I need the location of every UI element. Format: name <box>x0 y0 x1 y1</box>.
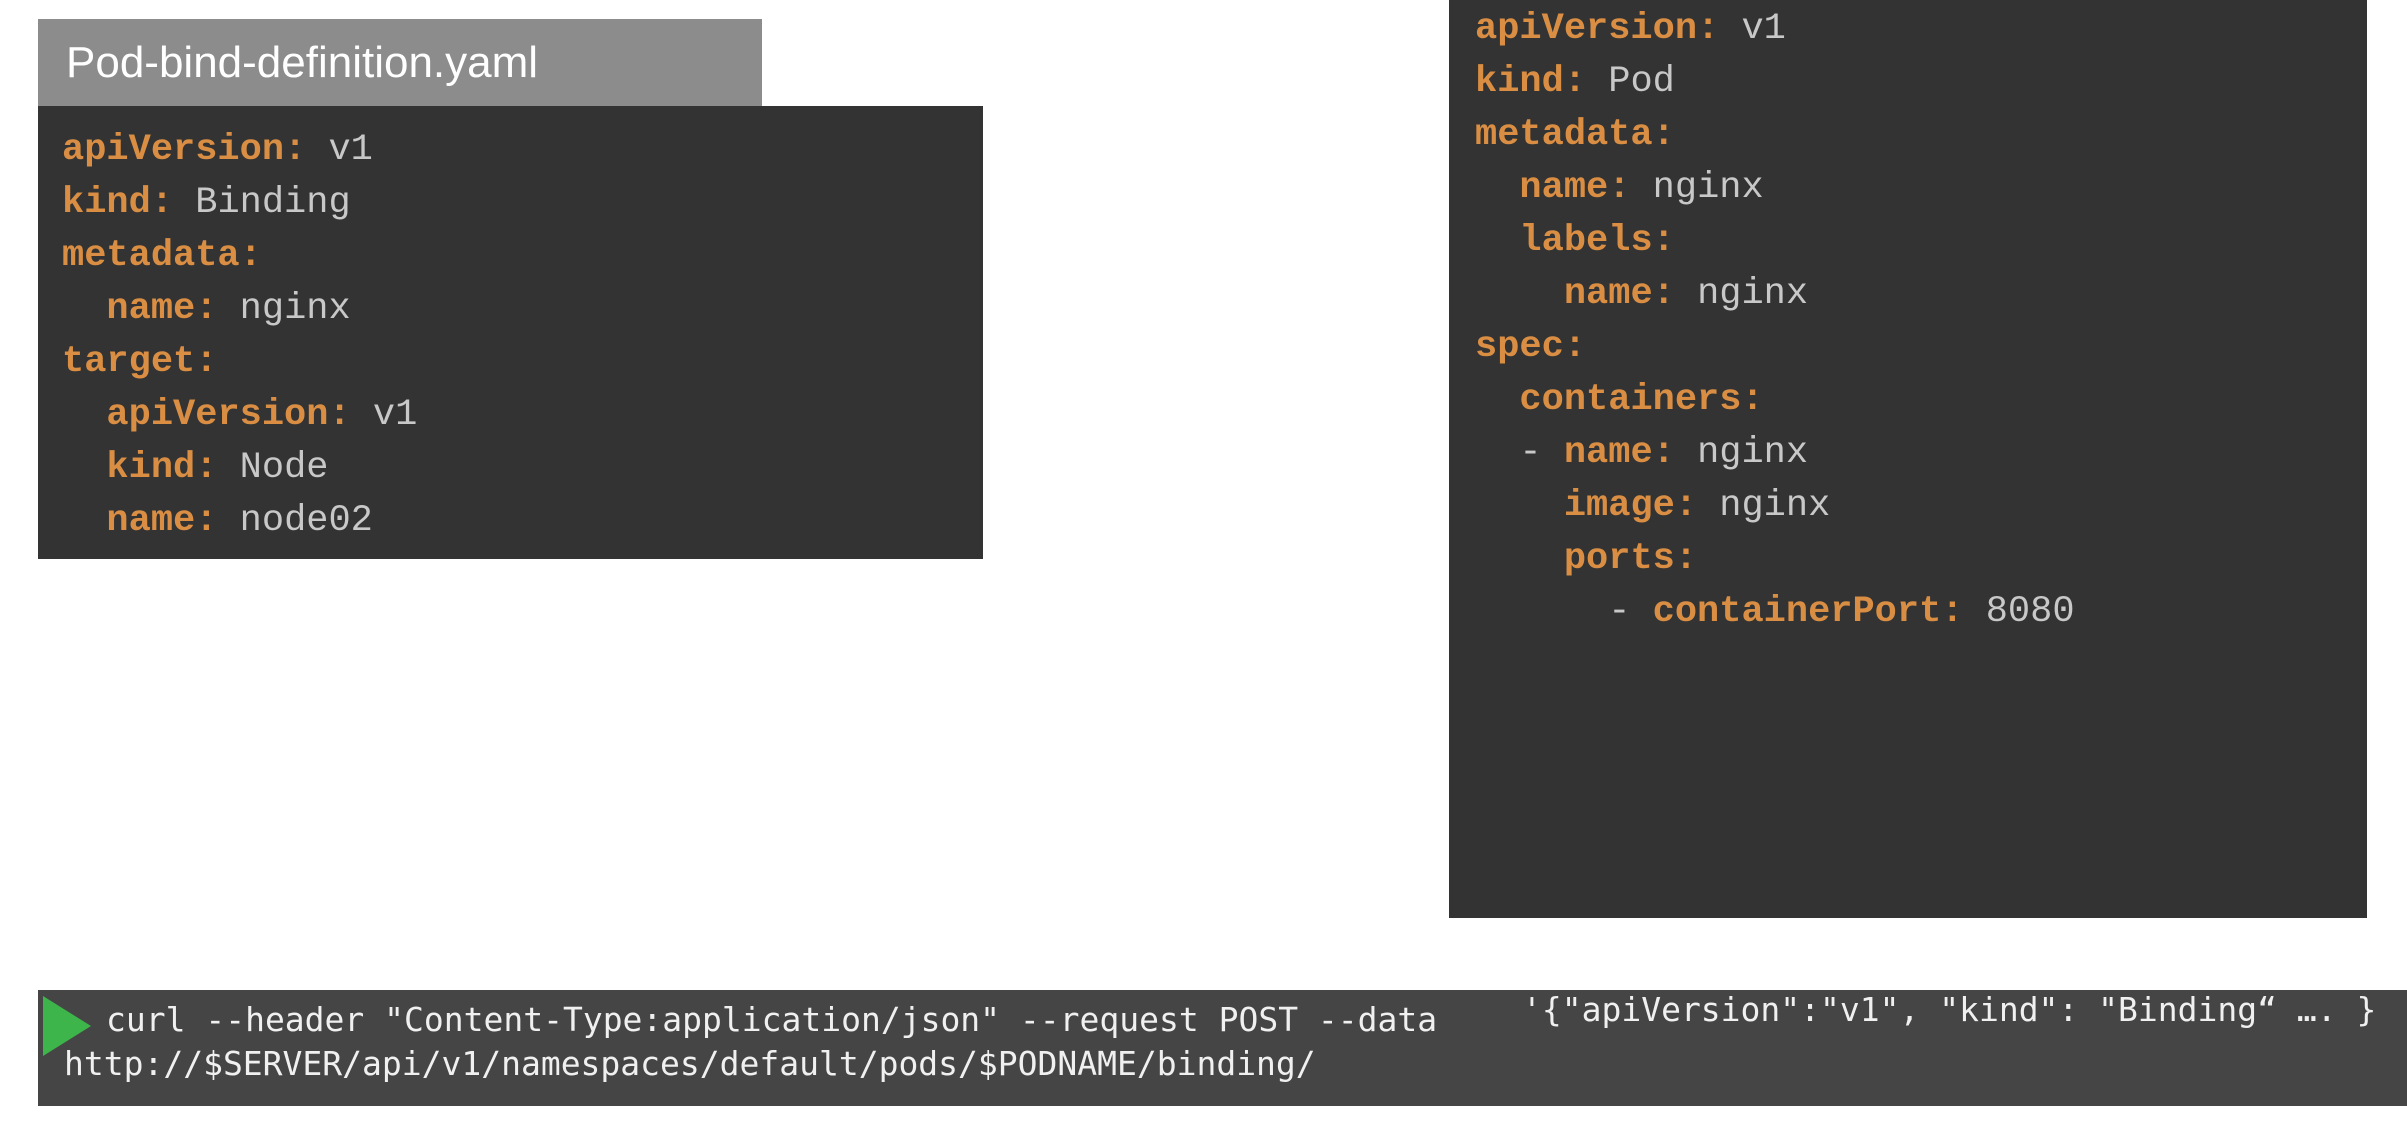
file-tab-title: Pod-bind-definition.yaml <box>38 19 762 106</box>
yaml-indent: - <box>1475 591 1653 633</box>
command-data-argument: '{"apiVersion":"v1", "kind": "Binding“ …… <box>1522 990 2377 1029</box>
binding-yaml-line: kind: Node <box>62 442 983 495</box>
yaml-indent <box>1475 167 1519 209</box>
binding-yaml-line: name: node02 <box>62 495 983 548</box>
yaml-key: name: <box>1563 432 1675 474</box>
yaml-value: nginx <box>1697 485 1831 527</box>
pod-yaml-line: name: nginx <box>1475 162 2367 215</box>
yaml-key: kind: <box>1475 61 1587 103</box>
yaml-key: name: <box>1563 273 1675 315</box>
yaml-key: spec: <box>1475 326 1587 368</box>
yaml-key: apiVersion: <box>62 129 307 171</box>
binding-yaml-line: target: <box>62 336 983 389</box>
pod-yaml-line: containers: <box>1475 374 2367 427</box>
yaml-indent <box>62 288 106 330</box>
binding-yaml-line: name: nginx <box>62 283 983 336</box>
pod-yaml-line: image: nginx <box>1475 480 2367 533</box>
yaml-key: metadata: <box>1475 114 1675 156</box>
yaml-key: metadata: <box>62 235 262 277</box>
yaml-key: name: <box>106 288 218 330</box>
yaml-key: name: <box>106 500 218 542</box>
yaml-indent <box>62 447 106 489</box>
pod-yaml-line: metadata: <box>1475 109 2367 162</box>
yaml-value: nginx <box>1674 273 1809 315</box>
command-line-2: http://$SERVER/api/v1/namespaces/default… <box>64 1044 1316 1083</box>
yaml-key: ports: <box>1563 538 1698 580</box>
yaml-indent <box>62 394 106 436</box>
pod-yaml-line: - name: nginx <box>1475 427 2367 480</box>
yaml-value: v1 <box>306 129 373 171</box>
yaml-key: kind: <box>62 182 174 224</box>
yaml-key: containerPort: <box>1652 591 1964 633</box>
yaml-key: image: <box>1563 485 1698 527</box>
binding-yaml-code-block: apiVersion: v1 kind: Binding metadata: nam… <box>38 106 983 559</box>
yaml-value: nginx <box>217 288 351 330</box>
yaml-key: containers: <box>1519 379 1764 421</box>
binding-yaml-line: apiVersion: v1 <box>62 124 983 177</box>
pod-yaml-line: ports: <box>1475 533 2367 586</box>
yaml-key: labels: <box>1519 220 1675 262</box>
yaml-key: apiVersion: <box>1475 8 1720 50</box>
yaml-indent <box>1475 538 1564 580</box>
binding-yaml-line: apiVersion: v1 <box>62 389 983 442</box>
binding-yaml-line: metadata: <box>62 230 983 283</box>
pod-yaml-line: spec: <box>1475 321 2367 374</box>
yaml-value: Binding <box>173 182 351 224</box>
yaml-indent <box>1475 379 1519 421</box>
pod-yaml-line: name: nginx <box>1475 268 2367 321</box>
yaml-indent <box>1475 220 1519 262</box>
command-line-1: curl --header "Content-Type:application/… <box>106 1000 1438 1039</box>
yaml-key: apiVersion: <box>106 394 351 436</box>
yaml-key: target: <box>62 341 218 383</box>
pod-yaml-line: kind: Pod <box>1475 56 2367 109</box>
yaml-indent <box>1475 273 1564 315</box>
pod-yaml-line: - containerPort: 8080 <box>1475 586 2367 639</box>
binding-yaml-line: kind: Binding <box>62 177 983 230</box>
pod-yaml-line: labels: <box>1475 215 2367 268</box>
yaml-value: Pod <box>1586 61 1675 103</box>
yaml-indent <box>1475 485 1564 527</box>
pod-yaml-line: apiVersion: v1 <box>1475 3 2367 56</box>
yaml-value: Node <box>217 447 329 489</box>
yaml-indent <box>62 500 106 542</box>
pod-yaml-code-block: apiVersion: v1 kind: Pod metadata: name: n… <box>1449 0 2367 918</box>
yaml-value: v1 <box>350 394 418 436</box>
yaml-value: nginx <box>1630 167 1764 209</box>
yaml-value: v1 <box>1719 8 1786 50</box>
yaml-value: node02 <box>217 500 373 542</box>
yaml-value: nginx <box>1674 432 1809 474</box>
curl-command-bar: curl --header "Content-Type:application/… <box>38 990 2407 1106</box>
yaml-key: kind: <box>106 447 218 489</box>
yaml-indent: - <box>1475 432 1564 474</box>
yaml-key: name: <box>1519 167 1631 209</box>
yaml-value: 8080 <box>1963 591 2075 633</box>
